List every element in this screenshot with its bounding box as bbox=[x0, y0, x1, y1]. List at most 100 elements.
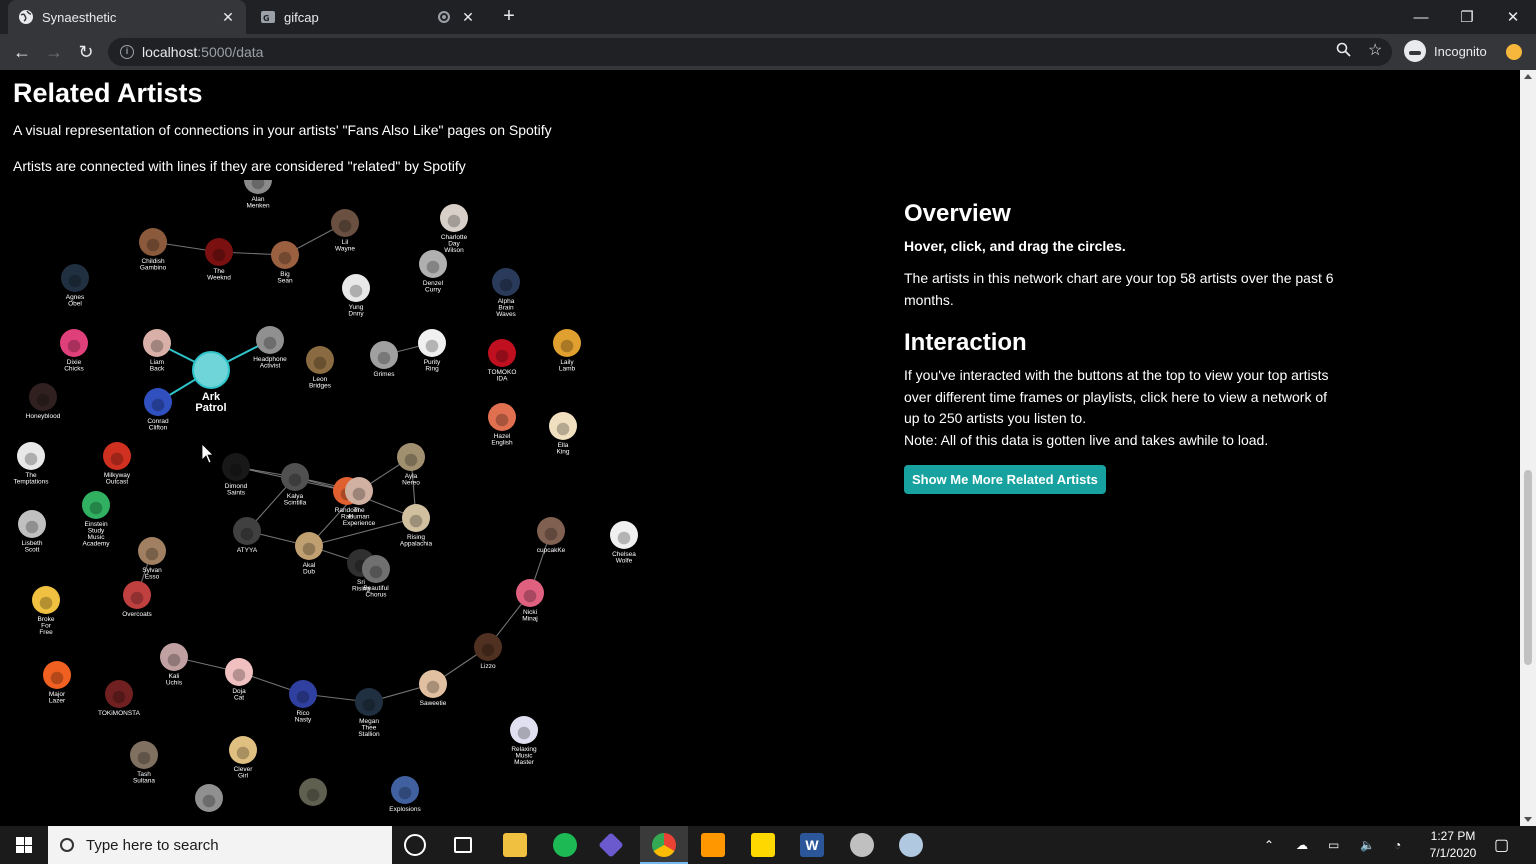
artist-node[interactable]: Liam Back bbox=[143, 329, 171, 373]
tab-synaesthetic[interactable]: Synaesthetic ✕ bbox=[8, 0, 246, 34]
taskbar-search-box[interactable]: Type here to search bbox=[48, 826, 392, 864]
incognito-badge[interactable]: Incognito bbox=[1404, 40, 1487, 62]
artist-node[interactable]: Grimes bbox=[370, 341, 398, 378]
artist-node[interactable]: TOMOKO IDA bbox=[488, 339, 517, 383]
artist-node[interactable]: Tash Sultana bbox=[130, 741, 158, 785]
artist-node[interactable]: cupcakKe bbox=[537, 517, 566, 554]
artist-node[interactable]: Einstein Study Music Academy bbox=[82, 491, 110, 548]
artist-node[interactable]: Akal Dub bbox=[295, 532, 323, 576]
close-window-icon[interactable]: ✕ bbox=[1490, 0, 1536, 34]
artist-network-chart[interactable]: Alan Menken Charlotte Day Wilson Childish Gamb… bbox=[0, 180, 660, 826]
tab-gifcap[interactable]: G gifcap ✕ bbox=[250, 0, 486, 34]
artist-node[interactable]: Overcoats bbox=[122, 581, 153, 618]
artist-node[interactable]: Dimond Saints bbox=[222, 453, 250, 497]
artist-label: TOKiMONSTA bbox=[98, 710, 141, 717]
artist-node[interactable]: Headphone Activist bbox=[253, 326, 287, 370]
artist-node[interactable]: Yung Dnny bbox=[342, 274, 370, 318]
artist-node[interactable] bbox=[299, 778, 327, 806]
artist-node[interactable]: Kali Uchis bbox=[160, 643, 188, 687]
sticky-notes-icon[interactable] bbox=[751, 833, 775, 857]
artist-node[interactable]: Leon Bridges bbox=[306, 346, 334, 390]
artist-node[interactable]: Big Sean bbox=[271, 241, 299, 285]
artist-node[interactable]: Milkyway Outcast bbox=[103, 442, 131, 486]
address-bar[interactable]: i localhost:5000/data bbox=[108, 38, 1392, 66]
artist-node[interactable]: Agnes Obel bbox=[61, 264, 89, 308]
artist-node[interactable]: Lisbeth Scott bbox=[18, 510, 46, 554]
artist-node[interactable]: Hazel English bbox=[488, 403, 516, 447]
artist-node[interactable]: Relaxing Music Master bbox=[510, 716, 538, 766]
artist-node[interactable] bbox=[195, 784, 223, 812]
cortana-icon[interactable] bbox=[404, 834, 426, 856]
artist-node[interactable]: Ayla Nereo bbox=[397, 443, 425, 487]
task-view-icon[interactable] bbox=[454, 837, 472, 853]
artist-node[interactable]: Saweetie bbox=[419, 670, 447, 707]
show-more-related-artists-button[interactable]: Show Me More Related Artists bbox=[904, 465, 1106, 494]
artist-node[interactable]: Alan Menken bbox=[244, 180, 272, 210]
paint-icon[interactable] bbox=[899, 833, 923, 857]
artist-node[interactable]: Charlotte Day Wilson bbox=[440, 204, 468, 254]
scroll-down-icon[interactable] bbox=[1524, 817, 1532, 822]
artist-node[interactable]: Kalya Scintilla bbox=[281, 463, 309, 507]
artist-node[interactable]: Purity Ring bbox=[418, 329, 446, 373]
artist-node[interactable]: Denzel Curry bbox=[419, 250, 447, 294]
site-info-icon[interactable]: i bbox=[120, 45, 134, 59]
artist-node[interactable]: ATYYA bbox=[233, 517, 261, 554]
back-arrow-icon[interactable]: ← bbox=[10, 40, 34, 64]
scrollbar-thumb[interactable] bbox=[1524, 470, 1532, 665]
page-scrollbar[interactable] bbox=[1520, 70, 1536, 826]
onedrive-icon[interactable]: ☁ bbox=[1296, 826, 1308, 864]
artist-node[interactable]: Explosions bbox=[389, 776, 421, 813]
artist-node[interactable]: Laily Lamb bbox=[553, 329, 581, 373]
volume-icon[interactable]: 🔈 bbox=[1360, 826, 1375, 864]
extension-icon[interactable] bbox=[1506, 44, 1522, 60]
new-tab-button[interactable]: + bbox=[498, 6, 520, 28]
artist-node[interactable]: Ark Patrol bbox=[192, 351, 230, 414]
artist-node[interactable]: Lizzo bbox=[474, 633, 502, 670]
spotify-icon[interactable] bbox=[553, 833, 577, 857]
artist-node[interactable]: Chelsea Wolfe bbox=[610, 521, 638, 565]
git-app-icon[interactable] bbox=[598, 832, 624, 858]
artist-node[interactable]: Rising Appalachia bbox=[400, 504, 433, 548]
artist-node[interactable]: Broke For Free bbox=[32, 586, 60, 636]
artist-node[interactable]: Ella King bbox=[549, 412, 577, 456]
wifi-icon[interactable]: ◔ bbox=[1394, 826, 1401, 864]
artist-node[interactable]: The Temptations bbox=[13, 442, 49, 486]
restore-icon[interactable]: ❐ bbox=[1444, 0, 1490, 34]
windows-start-button[interactable] bbox=[0, 826, 48, 864]
artist-node[interactable]: Beautiful Chorus bbox=[362, 555, 390, 599]
zoom-icon[interactable] bbox=[1336, 42, 1351, 60]
close-tab-icon[interactable]: ✕ bbox=[220, 9, 236, 26]
artist-node[interactable]: Clever Girl bbox=[229, 736, 257, 780]
artist-node[interactable]: TOKiMONSTA bbox=[98, 680, 141, 717]
scroll-up-icon[interactable] bbox=[1524, 74, 1532, 79]
word-icon[interactable]: W bbox=[800, 833, 824, 857]
artist-node[interactable]: Conrad Clifton bbox=[144, 388, 172, 432]
snipping-tool-icon[interactable] bbox=[850, 833, 874, 857]
show-hidden-icons-icon[interactable]: ⌃ bbox=[1264, 826, 1274, 864]
system-clock[interactable]: 1:27 PM 7/1/2020 bbox=[1418, 828, 1488, 862]
artist-node[interactable]: The Weeknd bbox=[205, 238, 233, 282]
chrome-icon[interactable] bbox=[652, 833, 676, 857]
artist-node[interactable]: Nicki Minaj bbox=[516, 579, 544, 623]
reload-icon[interactable]: ↻ bbox=[74, 40, 98, 64]
artist-node[interactable]: Sylvan Esso bbox=[138, 537, 166, 581]
artist-node[interactable]: Lil Wayne bbox=[331, 209, 359, 253]
artist-node[interactable]: Rico Nasty bbox=[289, 680, 317, 724]
artist-node[interactable]: Dixie Chicks bbox=[60, 329, 88, 373]
minimize-icon[interactable]: — bbox=[1398, 0, 1444, 34]
artist-node[interactable]: Alpha Brain Waves bbox=[492, 268, 520, 318]
artist-node[interactable]: Major Lazer bbox=[43, 661, 71, 705]
artist-node[interactable]: Honeyblood bbox=[26, 383, 61, 420]
avatar-shading bbox=[68, 274, 82, 288]
sublime-text-icon[interactable] bbox=[701, 833, 725, 857]
artist-node[interactable]: Doja Cat bbox=[225, 658, 253, 702]
close-tab-icon[interactable]: ✕ bbox=[460, 9, 476, 26]
battery-icon[interactable]: ▭ bbox=[1328, 826, 1339, 864]
notifications-icon[interactable]: ▢ bbox=[1494, 826, 1509, 864]
artist-node[interactable]: Megan Thee Stallion bbox=[355, 688, 383, 738]
file-explorer-icon[interactable] bbox=[503, 833, 527, 857]
forward-arrow-icon[interactable]: → bbox=[42, 40, 66, 64]
clock-date: 7/1/2020 bbox=[1429, 846, 1477, 860]
artist-node[interactable]: Childish Gambino bbox=[139, 228, 167, 272]
bookmark-star-icon[interactable]: ☆ bbox=[1368, 40, 1382, 60]
